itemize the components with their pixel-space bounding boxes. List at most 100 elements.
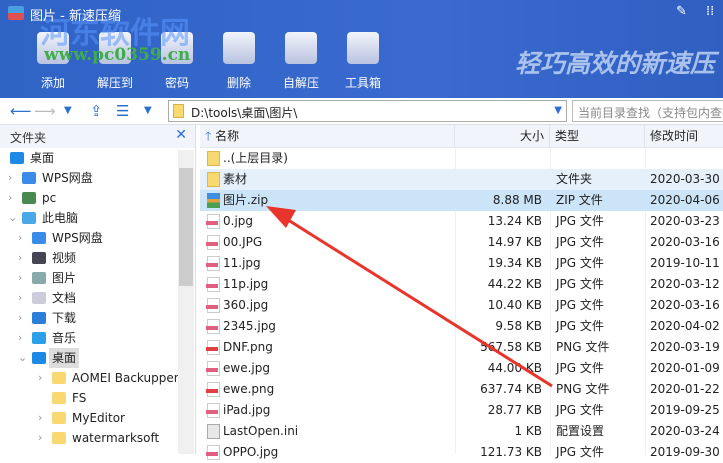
file-icon — [206, 403, 220, 418]
tree-item-label: 音乐 — [52, 331, 77, 345]
tree-item[interactable]: › 文档 — [0, 288, 195, 308]
file-row[interactable]: DNF.png 567.58 KB PNG 文件 2020-03-19 — [200, 337, 723, 358]
tree-item[interactable]: ⌄ 桌面 — [0, 348, 195, 368]
file-icon — [206, 214, 220, 229]
file-row[interactable]: iPad.jpg 28.77 KB JPG 文件 2019-09-25 — [200, 400, 723, 421]
view-dropdown-icon[interactable]: ▼ — [144, 105, 152, 116]
scrollbar[interactable] — [178, 150, 194, 454]
file-row[interactable]: 360.jpg 10.40 KB JPG 文件 2020-03-16 — [200, 295, 723, 316]
folder-icon — [52, 412, 66, 424]
chevron-right-icon[interactable]: › — [18, 248, 28, 268]
up-folder-icon[interactable]: ⇪ — [90, 102, 103, 120]
folder-icon — [32, 352, 46, 364]
tree-item[interactable]: › WPS网盘 — [0, 228, 195, 248]
file-name-text: LastOpen.ini — [223, 424, 299, 438]
folder-icon — [52, 432, 66, 444]
toolbar-button-4[interactable]: 自解压 — [271, 32, 331, 91]
file-row[interactable]: 0.jpg 13.24 KB JPG 文件 2020-03-23 — [200, 211, 723, 232]
chevron-right-icon[interactable]: › — [18, 228, 28, 248]
column-type[interactable]: 类型 — [550, 125, 645, 148]
tree-item[interactable]: › 下载 — [0, 308, 195, 328]
toolbar-button-3[interactable]: 删除 — [209, 32, 269, 91]
window-title: 图片 - 新速压缩 — [30, 9, 121, 24]
history-dropdown-icon[interactable]: ▼ — [64, 105, 72, 116]
box-icon — [285, 32, 317, 64]
chevron-right-icon[interactable]: › — [8, 168, 18, 188]
folder-icon — [32, 272, 46, 284]
file-name-text: 0.jpg — [223, 214, 254, 228]
file-type: JPG 文件 — [556, 361, 604, 375]
file-row[interactable]: 素材 文件夹 2020-03-30 — [200, 169, 723, 190]
tree-item[interactable]: › pc — [0, 188, 195, 208]
file-type: 文件夹 — [556, 172, 593, 186]
file-icon — [206, 445, 220, 460]
column-size[interactable]: 大小 — [455, 125, 550, 148]
file-type: JPG 文件 — [556, 319, 604, 333]
list-header: 🡑 名称 大小 类型 修改时间 — [200, 125, 723, 148]
skin-icon[interactable]: ✎ — [676, 4, 687, 19]
file-name-text: 11p.jpg — [223, 277, 269, 291]
folder-icon — [173, 104, 184, 118]
file-row[interactable]: ..(上层目录) — [200, 148, 723, 169]
toolbar-button-5[interactable]: 工具箱 — [333, 32, 393, 91]
column-name[interactable]: 🡑 名称 — [200, 125, 455, 148]
chevron-right-icon[interactable]: › — [38, 408, 48, 428]
tree-item[interactable]: › watermarksoft — [0, 428, 195, 448]
column-date[interactable]: 修改时间 — [645, 125, 723, 148]
close-icon[interactable]: ✕ — [175, 127, 187, 143]
chevron-right-icon[interactable]: › — [18, 308, 28, 328]
tree-item[interactable]: › WPS网盘 — [0, 168, 195, 188]
file-name-text: ewe.png — [223, 382, 275, 396]
file-name-text: 2345.jpg — [223, 319, 276, 333]
file-row[interactable]: ewe.png 637.74 KB PNG 文件 2020-01-22 — [200, 379, 723, 400]
file-size: 8.88 MB — [492, 193, 542, 207]
chevron-right-icon[interactable]: › — [18, 288, 28, 308]
chevron-right-icon[interactable]: › — [18, 268, 28, 288]
file-row[interactable]: 11p.jpg 44.22 KB JPG 文件 2020-03-12 — [200, 274, 723, 295]
file-date: 2019-10-11 — [650, 256, 720, 270]
search-input[interactable]: 当前目录查找（支持包内查找） — [572, 100, 723, 122]
tree-item-label: WPS网盘 — [52, 231, 103, 245]
tree-item[interactable]: › 音乐 — [0, 328, 195, 348]
file-type: JPG 文件 — [556, 403, 604, 417]
menu-icon[interactable]: ⁞⁞ — [706, 4, 714, 19]
view-list-icon[interactable]: ☰ — [116, 102, 129, 120]
chevron-right-icon[interactable]: › — [38, 428, 48, 448]
file-row[interactable]: 11.jpg 19.34 KB JPG 文件 2019-10-11 — [200, 253, 723, 274]
tree-item[interactable]: ⌄ 此电脑 — [0, 208, 195, 228]
scrollbar-thumb[interactable] — [179, 168, 193, 286]
tree-item[interactable]: › MyEditor — [0, 408, 195, 428]
file-name: ewe.png — [203, 379, 453, 400]
chevron-down-icon[interactable]: ⌄ — [18, 348, 28, 368]
chevron-right-icon[interactable]: › — [18, 328, 28, 348]
path-input[interactable]: D:\tools\桌面\图片\ ▼ — [168, 100, 567, 122]
tree-item[interactable]: › AOMEI Backupper — [0, 368, 195, 388]
file-row[interactable]: OPPO.jpg 121.73 KB JPG 文件 2019-09-30 — [200, 442, 723, 463]
tree-item[interactable]: › 图片 — [0, 268, 195, 288]
file-name-text: DNF.png — [223, 340, 273, 354]
file-row[interactable]: LastOpen.ini 1 KB 配置设置 2020-03-24 — [200, 421, 723, 442]
path-dropdown-icon[interactable]: ▼ — [554, 105, 562, 116]
file-date: 2019-09-25 — [650, 403, 720, 417]
back-icon[interactable]: ⟵ — [10, 102, 32, 120]
tree-item[interactable]: FS — [0, 388, 195, 408]
chevron-right-icon[interactable]: › — [38, 368, 48, 388]
file-row[interactable]: 00.JPG 14.97 KB JPG 文件 2020-03-16 — [200, 232, 723, 253]
file-type: JPG 文件 — [556, 256, 604, 270]
file-size: 9.58 KB — [495, 319, 542, 333]
tree-item-label: 桌面 — [49, 348, 80, 368]
forward-icon[interactable]: ⟶ — [34, 102, 56, 120]
tree-item[interactable]: › 视频 — [0, 248, 195, 268]
file-row[interactable]: ewe.jpg 44.00 KB JPG 文件 2020-01-09 — [200, 358, 723, 379]
file-row[interactable]: 2345.jpg 9.58 KB JPG 文件 2020-04-02 — [200, 316, 723, 337]
file-date: 2020-04-06 — [650, 193, 720, 207]
tree-item[interactable]: 桌面 — [0, 148, 195, 168]
address-bar: ⟵ ⟶ ▼ ⇪ ☰ ▼ D:\tools\桌面\图片\ ▼ 当前目录查找（支持包内… — [0, 98, 723, 125]
chevron-right-icon[interactable]: › — [8, 188, 18, 208]
file-name: LastOpen.ini — [203, 421, 453, 442]
file-row[interactable]: 图片.zip 8.88 MB ZIP 文件 2020-04-06 — [200, 190, 723, 211]
app-icon — [8, 6, 24, 20]
chevron-down-icon[interactable]: ⌄ — [8, 208, 18, 228]
folder-icon — [52, 392, 66, 404]
folder-icon — [22, 172, 36, 184]
